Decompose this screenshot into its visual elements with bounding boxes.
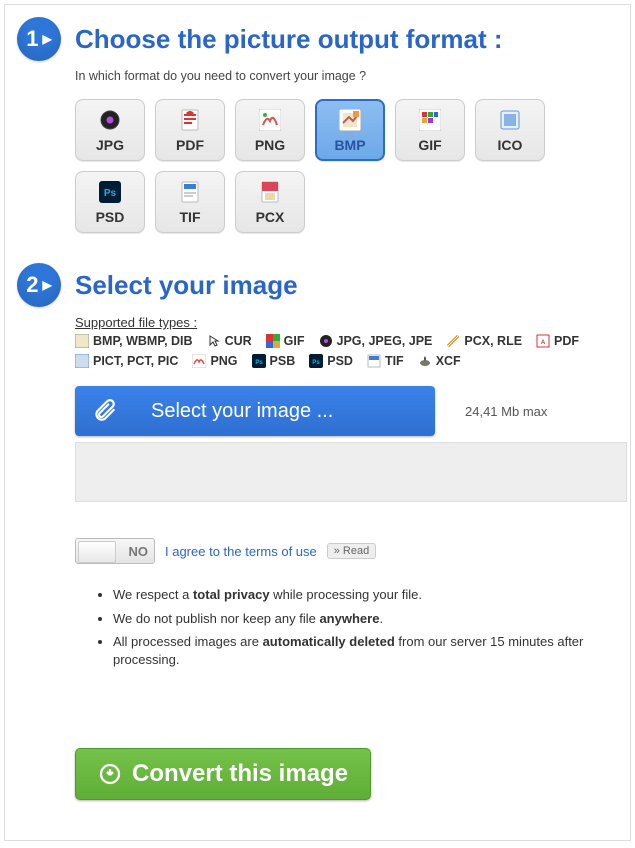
svg-text:Ps: Ps bbox=[313, 360, 321, 366]
supported-list: BMP, WBMP, DIB CUR GIF JPG, JPEG, JPE PC… bbox=[75, 334, 618, 368]
cur-mini-icon bbox=[207, 334, 221, 348]
upload-row: Select your image ... 24,41 Mb max bbox=[75, 386, 618, 436]
png-mini-icon bbox=[192, 354, 206, 368]
bullet-item: We do not publish nor keep any file anyw… bbox=[113, 610, 618, 628]
format-btn-pdf[interactable]: PDF bbox=[155, 99, 225, 161]
supported-item: APDF bbox=[536, 334, 579, 348]
bullet-item: All processed images are automatically d… bbox=[113, 633, 618, 668]
step2-badge: 2▶ bbox=[17, 263, 61, 307]
read-button[interactable]: » Read bbox=[327, 543, 376, 559]
select-image-button[interactable]: Select your image ... bbox=[75, 386, 435, 436]
format-btn-psd[interactable]: Ps PSD bbox=[75, 171, 145, 233]
privacy-bullets: We respect a total privacy while process… bbox=[97, 586, 618, 668]
gif-icon bbox=[417, 107, 443, 133]
paperclip-icon bbox=[91, 398, 117, 424]
supported-item: PCX, RLE bbox=[446, 334, 522, 348]
bullet-item: We respect a total privacy while process… bbox=[113, 586, 618, 604]
format-btn-gif[interactable]: GIF bbox=[395, 99, 465, 161]
xcf-mini-icon bbox=[418, 354, 432, 368]
pict-mini-icon bbox=[75, 354, 89, 368]
format-btn-png[interactable]: PNG bbox=[235, 99, 305, 161]
terms-row: NO I agree to the terms of use » Read bbox=[75, 538, 618, 564]
format-label: BMP bbox=[334, 137, 365, 153]
convert-button[interactable]: Convert this image bbox=[75, 748, 371, 800]
step1-subtitle: In which format do you need to convert y… bbox=[75, 69, 618, 83]
jpg-icon bbox=[97, 107, 123, 133]
bmp-mini-icon bbox=[75, 334, 89, 348]
supported-item: XCF bbox=[418, 354, 461, 368]
convert-icon bbox=[98, 762, 122, 786]
format-btn-jpg[interactable]: JPG bbox=[75, 99, 145, 161]
terms-toggle[interactable]: NO bbox=[75, 538, 155, 564]
supported-item: PsPSD bbox=[309, 354, 353, 368]
svg-text:A: A bbox=[541, 340, 546, 346]
format-btn-bmp[interactable]: BMP bbox=[315, 99, 385, 161]
step1-number: 1 bbox=[26, 26, 38, 52]
format-btn-tif[interactable]: TIF bbox=[155, 171, 225, 233]
max-size-label: 24,41 Mb max bbox=[465, 404, 547, 419]
supported-item: JPG, JPEG, JPE bbox=[319, 334, 433, 348]
psb-mini-icon: Ps bbox=[252, 354, 266, 368]
step2-number: 2 bbox=[26, 272, 38, 298]
format-label: PDF bbox=[176, 137, 204, 153]
svg-text:Ps: Ps bbox=[255, 360, 263, 366]
step1-badge: 1▶ bbox=[17, 17, 61, 61]
svg-text:Ps: Ps bbox=[104, 188, 117, 199]
pdf-mini-icon: A bbox=[536, 334, 550, 348]
toggle-value: NO bbox=[129, 544, 149, 559]
pdf-icon bbox=[177, 107, 203, 133]
supported-item: PsPSB bbox=[252, 354, 296, 368]
supported-title: Supported file types : bbox=[75, 315, 197, 330]
tif-mini-icon bbox=[367, 354, 381, 368]
supported-block: Supported file types : BMP, WBMP, DIB CU… bbox=[75, 315, 618, 368]
format-btn-pcx[interactable]: PCX bbox=[235, 171, 305, 233]
psd-icon: Ps bbox=[97, 179, 123, 205]
pcx-icon bbox=[257, 179, 283, 205]
supported-item: CUR bbox=[207, 334, 252, 348]
bmp-icon bbox=[337, 107, 363, 133]
convert-label: Convert this image bbox=[132, 760, 348, 788]
supported-item: PNG bbox=[192, 354, 237, 368]
step2-header: 2▶ Select your image bbox=[17, 263, 618, 307]
psd-mini-icon: Ps bbox=[309, 354, 323, 368]
ico-icon bbox=[497, 107, 523, 133]
png-icon bbox=[257, 107, 283, 133]
supported-item: BMP, WBMP, DIB bbox=[75, 334, 193, 348]
gif-mini-icon bbox=[266, 334, 280, 348]
format-label: GIF bbox=[418, 137, 441, 153]
format-label: PCX bbox=[256, 209, 285, 225]
step1-section: 1▶ Choose the picture output format : In… bbox=[17, 17, 618, 233]
step2-section: 2▶ Select your image Supported file type… bbox=[17, 263, 618, 668]
supported-item: TIF bbox=[367, 354, 404, 368]
format-label: JPG bbox=[96, 137, 124, 153]
pcx-mini-icon bbox=[446, 334, 460, 348]
tif-icon bbox=[177, 179, 203, 205]
format-label: PNG bbox=[255, 137, 285, 153]
supported-item: PICT, PCT, PIC bbox=[75, 354, 178, 368]
supported-item: GIF bbox=[266, 334, 305, 348]
step1-title: Choose the picture output format : bbox=[75, 24, 503, 55]
step1-header: 1▶ Choose the picture output format : bbox=[17, 17, 618, 61]
format-label: ICO bbox=[498, 137, 523, 153]
step2-title: Select your image bbox=[75, 270, 298, 301]
step1-arrow-icon: ▶ bbox=[43, 32, 52, 46]
terms-link[interactable]: I agree to the terms of use bbox=[165, 544, 317, 559]
format-btn-ico[interactable]: ICO bbox=[475, 99, 545, 161]
format-label: TIF bbox=[180, 209, 201, 225]
upload-dropzone[interactable] bbox=[75, 442, 627, 502]
upload-label: Select your image ... bbox=[151, 400, 333, 423]
jpg-mini-icon bbox=[319, 334, 333, 348]
main-panel: 1▶ Choose the picture output format : In… bbox=[4, 4, 631, 841]
format-grid: JPG PDF PNG BMP bbox=[75, 99, 618, 233]
format-label: PSD bbox=[96, 209, 125, 225]
step2-arrow-icon: ▶ bbox=[43, 278, 52, 292]
